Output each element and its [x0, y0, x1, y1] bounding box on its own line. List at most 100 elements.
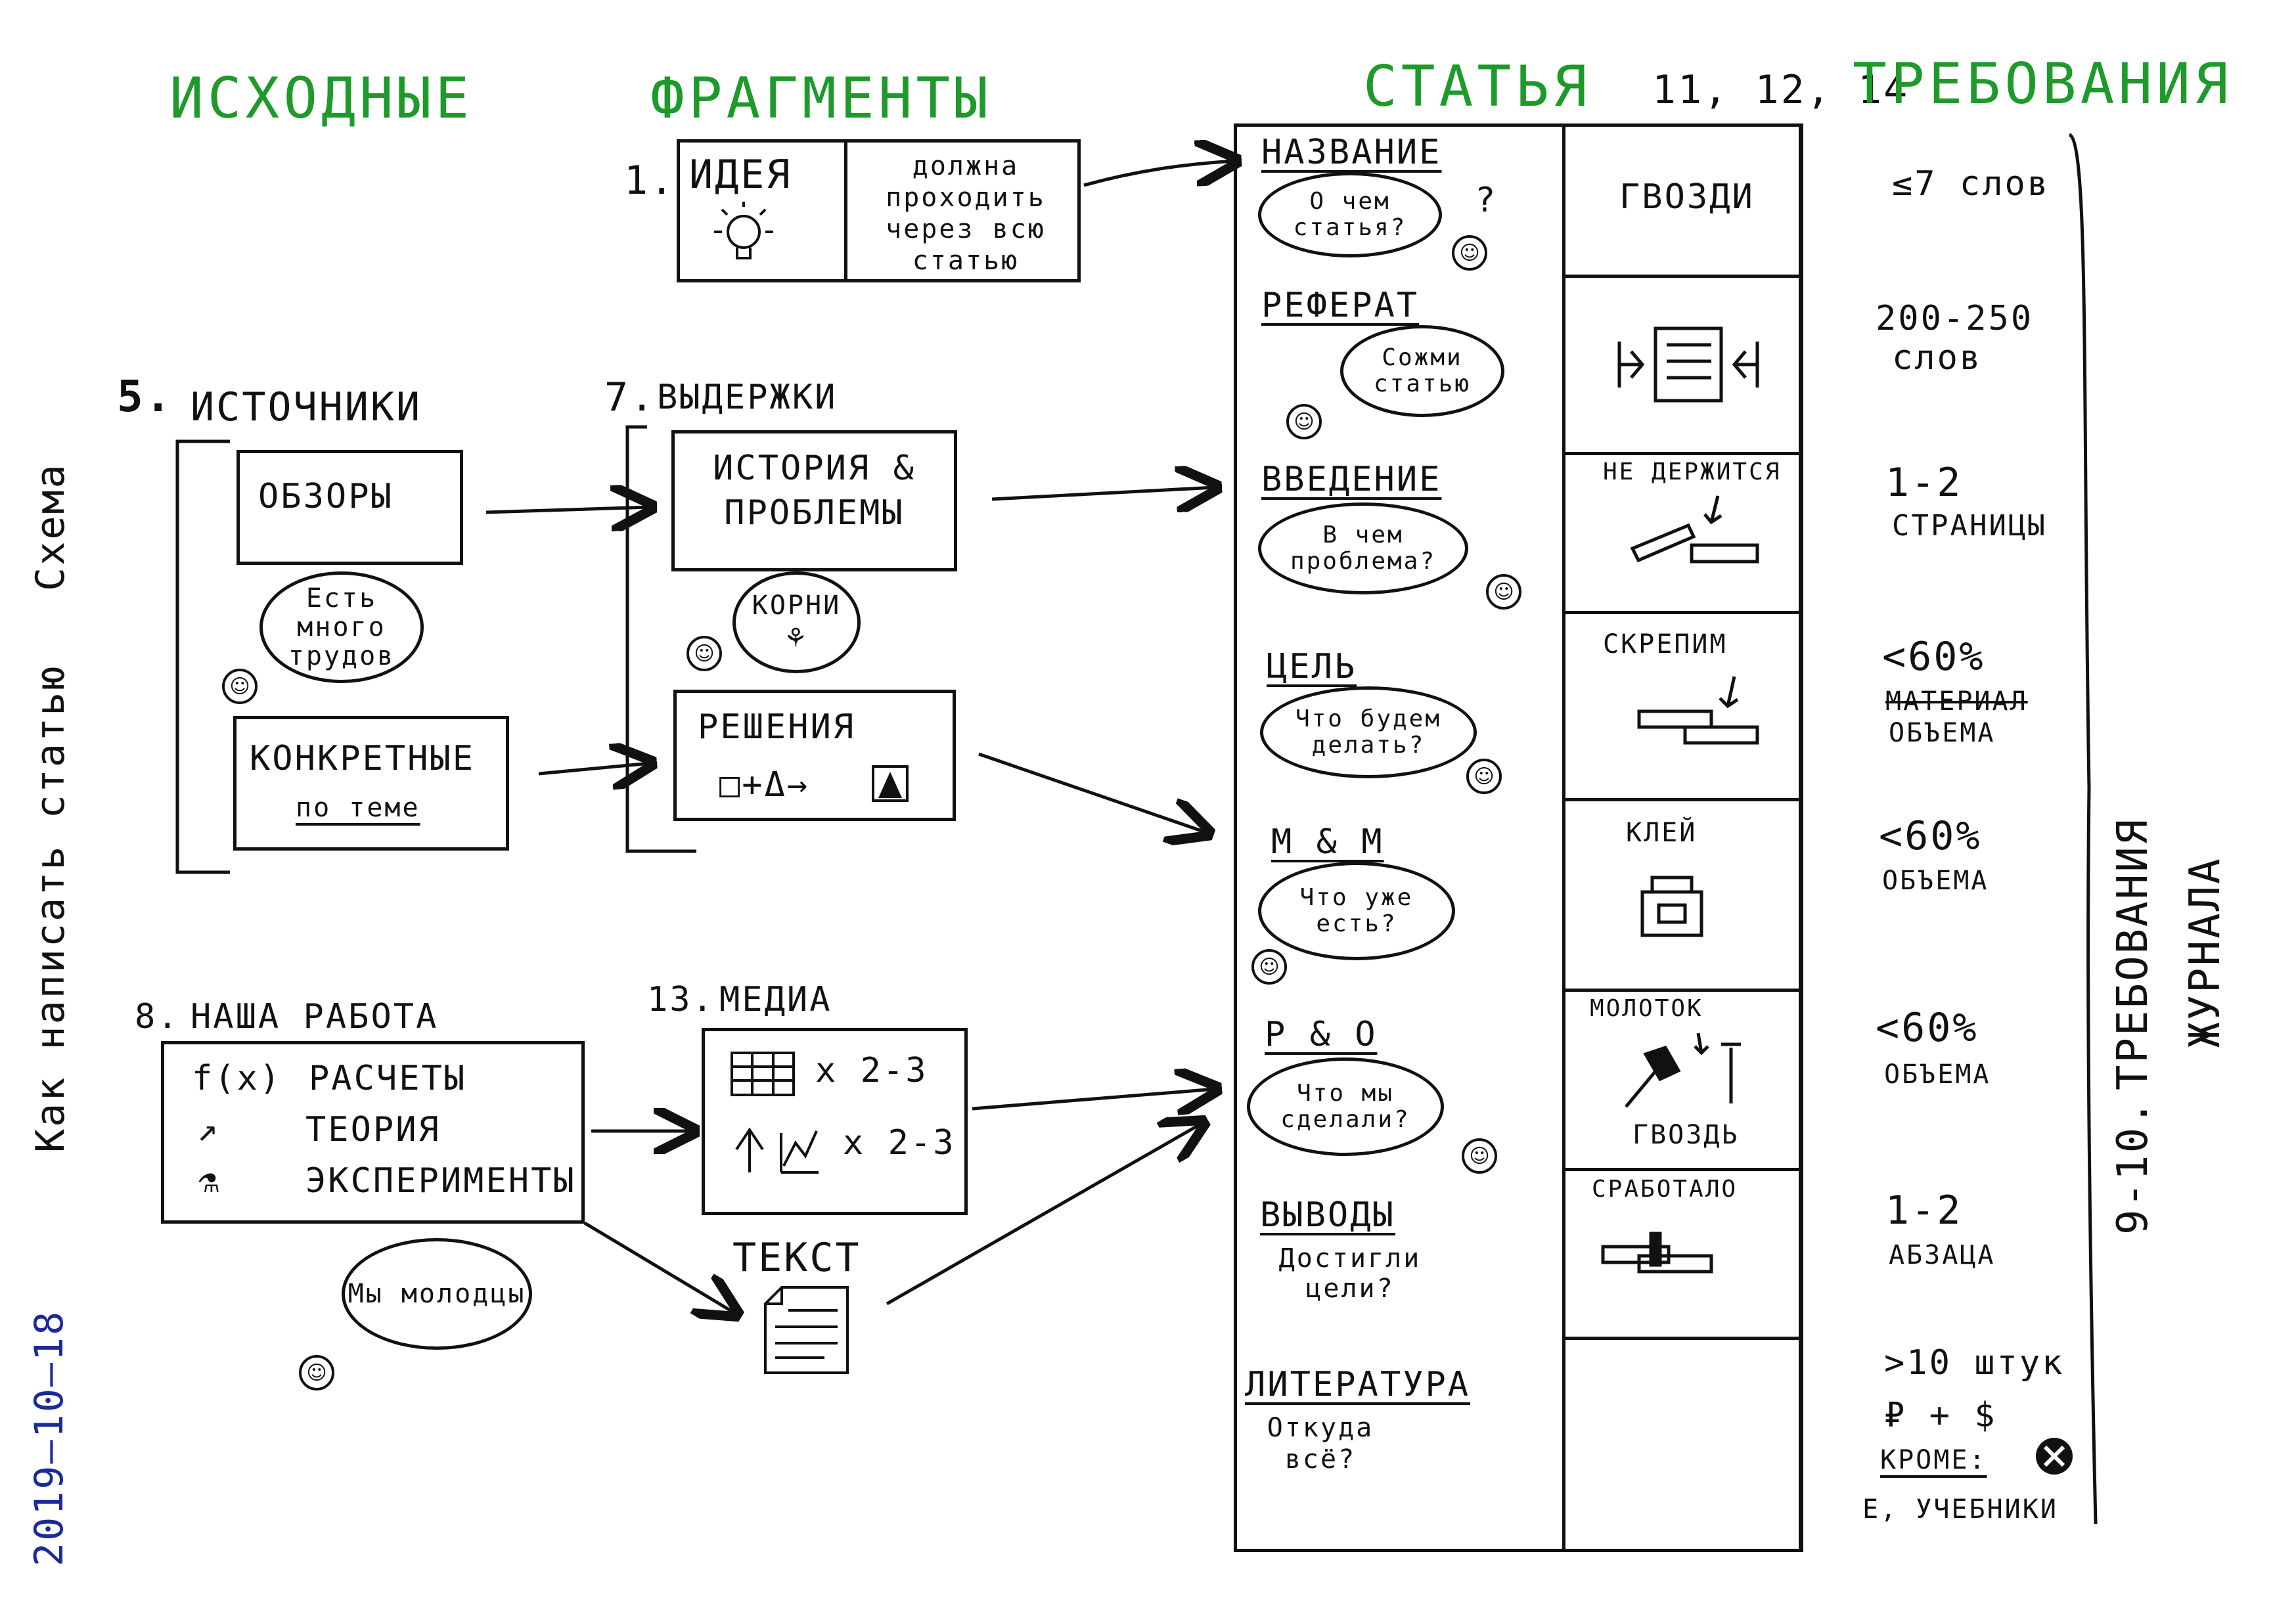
- media-box: x 2-3 x 2-3: [702, 1028, 968, 1215]
- our-work-label: НАША РАБОТА: [191, 997, 439, 1036]
- sources-label: ИСТОЧНИКИ: [191, 384, 422, 430]
- limit-goal: <60%: [1882, 634, 1985, 680]
- page-title: Как написать статью: [28, 664, 74, 1153]
- journal-number: 9-10.: [2109, 1098, 2157, 1235]
- smiley-icon: ☺: [1462, 1138, 1497, 1174]
- specific-label: КОНКРЕТНЫЕ: [250, 739, 476, 778]
- smiley-icon: ☺: [1286, 404, 1322, 439]
- root-icon: ⚘: [786, 619, 807, 655]
- section-note-conclusions: Достигли цели?: [1278, 1243, 1422, 1304]
- limit-results-unit: ОБЪЕМА: [1884, 1059, 1991, 1090]
- metaphor-hammer: МОЛОТОК: [1590, 995, 1703, 1022]
- compress-icon: [1613, 315, 1764, 414]
- section-title-intro: ВВЕДЕНИЕ: [1261, 460, 1442, 499]
- forbidden-icon: [2033, 1435, 2075, 1477]
- document-icon: [762, 1284, 851, 1376]
- media-row2: x 2-3: [843, 1123, 956, 1163]
- smiley-icon: ☺: [1486, 574, 1521, 610]
- limit-conclusions: 1-2: [1885, 1188, 1963, 1234]
- section-name-extra: ?: [1475, 181, 1498, 220]
- row-divider: [1565, 1337, 1802, 1340]
- limit-literature-currency: ₽ + $: [1884, 1396, 1997, 1435]
- our-work-bubble: Мы молодцы: [342, 1238, 532, 1350]
- idea-label: ИДЕЯ: [689, 152, 792, 198]
- idea-text: должна проходить через всю статью: [886, 151, 1046, 276]
- theory-icon: ↗: [197, 1110, 220, 1149]
- calc-icon: f(x): [192, 1059, 282, 1098]
- theory-label: ТЕОРИЯ: [305, 1110, 441, 1149]
- reviews-box: ОБЗОРЫ: [236, 450, 463, 565]
- roots-label: КОРНИ: [752, 590, 842, 621]
- section-bubble-abstract: Сожми статью: [1340, 325, 1504, 417]
- row-divider: [1565, 989, 1802, 992]
- limit-intro: 1-2: [1885, 460, 1963, 506]
- our-work-box: f(x) РАСЧЕТЫ ↗ ТЕОРИЯ ⚗ ЭКСПЕРИМЕНТЫ: [161, 1041, 585, 1224]
- lightbulb-icon: [708, 200, 780, 273]
- row-divider: [1565, 452, 1802, 455]
- media-label: МЕДИА: [719, 980, 832, 1019]
- specific-sub: по теме: [296, 793, 420, 823]
- solutions-label: РЕШЕНИЯ: [698, 707, 856, 747]
- section-bubble-goal: Что будем делать?: [1260, 686, 1477, 778]
- journal-line2: ЖУРНАЛА: [2181, 856, 2230, 1048]
- header-source: ИСХОДНЫЕ: [169, 66, 474, 131]
- metaphor-nails: ГВОЗДИ: [1619, 177, 1755, 217]
- header-fragments: ФРАГМЕНТЫ: [650, 66, 992, 131]
- limit-goal-unit: ОБЪЕМА: [1889, 718, 1996, 748]
- roots-bubble: КОРНИ ⚘: [732, 571, 861, 673]
- solutions-box: РЕШЕНИЯ □+Δ→: [673, 690, 956, 821]
- metaphor-nail: ГВОЗДЬ: [1632, 1120, 1740, 1150]
- section-title-results: Р & О: [1265, 1015, 1378, 1054]
- limit-intro-unit: СТРАНИЦЫ: [1892, 509, 2047, 543]
- row-divider: [1565, 798, 1802, 801]
- smiley-icon: ☺: [1466, 759, 1502, 794]
- scheme-label: Схема: [28, 462, 74, 591]
- limit-abstract-unit: слов: [1892, 338, 1983, 378]
- section-title-conclusions: ВЫВОДЫ: [1260, 1195, 1395, 1235]
- loose-planks-icon: [1629, 489, 1767, 568]
- section-title-methods: М & М: [1271, 822, 1384, 862]
- history-label: ИСТОРИЯ & ПРОБЛЕМЫ: [713, 449, 916, 533]
- journal-line1: ТРЕБОВАНИЯ: [2109, 817, 2157, 1090]
- limit-goal-strike: МАТЕРИАЛ: [1885, 686, 2028, 717]
- table-icon: [730, 1051, 796, 1097]
- limit-abstract: 200-250: [1876, 299, 2034, 338]
- our-work-number: 8.: [135, 997, 180, 1036]
- header-article: СТАТЬЯ: [1363, 54, 1591, 120]
- hammer-nail-icon: [1619, 1028, 1751, 1120]
- smiley-icon: ☺: [1251, 949, 1287, 985]
- date-label: 2019—10—18: [26, 1309, 72, 1567]
- row-divider: [1565, 611, 1802, 614]
- text-label: ТЕКСТ: [732, 1235, 861, 1281]
- calc-label: РАСЧЕТЫ: [309, 1059, 467, 1098]
- metaphor-worked: СРАБОТАЛО: [1592, 1176, 1738, 1203]
- experiment-icon: ⚗: [198, 1161, 221, 1201]
- glue-jar-icon: [1636, 874, 1708, 939]
- reviews-label: ОБЗОРЫ: [258, 477, 394, 516]
- limit-conclusions-unit: АБЗАЦА: [1889, 1240, 1996, 1270]
- section-title-literature: ЛИТЕРАТУРА: [1245, 1365, 1471, 1404]
- sources-number: 5.: [117, 371, 173, 422]
- figure-icon: [730, 1123, 822, 1176]
- section-title-goal: ЦЕЛЬ: [1267, 647, 1357, 686]
- media-number: 13.: [647, 980, 715, 1019]
- idea-divider: [844, 143, 847, 279]
- section-bubble-name: О чем статья?: [1258, 172, 1442, 257]
- limit-literature-textbooks: Е, УЧЕБНИКИ: [1862, 1494, 2058, 1524]
- limit-results: <60%: [1876, 1005, 1979, 1051]
- limit-literature: >10 штук: [1884, 1343, 2065, 1383]
- smiley-icon: ☺: [222, 669, 258, 704]
- metaphor-clip: СКРЕПИМ: [1603, 629, 1728, 659]
- nailed-planks-icon: [1600, 1222, 1718, 1281]
- excerpts-label: ВЫДЕРЖКИ: [657, 378, 838, 417]
- result-icon: [870, 764, 910, 803]
- idea-box: ИДЕЯ должна проходить через всю статью: [677, 139, 1081, 282]
- section-note-literature: Откуда всё?: [1267, 1413, 1374, 1475]
- smiley-icon: ☺: [299, 1355, 334, 1390]
- section-bubble-intro: В чем проблема?: [1258, 502, 1468, 594]
- idea-number: 1.: [624, 158, 676, 204]
- excerpts-number: 7.: [604, 374, 656, 420]
- row-divider: [1565, 275, 1802, 278]
- experiment-label: ЭКСПЕРИМЕНТЫ: [305, 1161, 576, 1201]
- sources-bubble: Есть много трудов: [259, 571, 424, 683]
